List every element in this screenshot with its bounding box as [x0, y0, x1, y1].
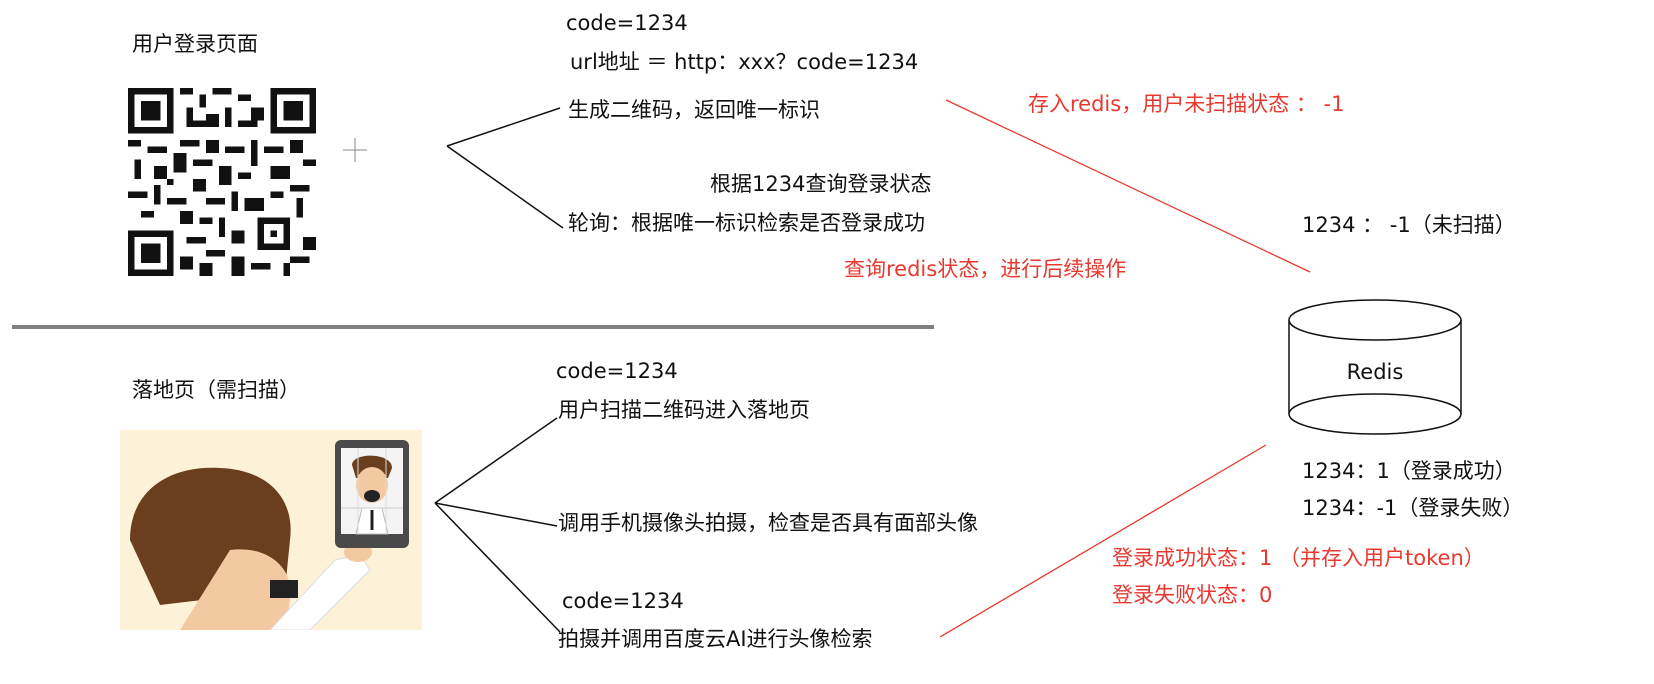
branch-to-scan [434, 417, 558, 504]
red-line-store [945, 99, 1311, 273]
bottom-code-label-1: code=1234 [556, 359, 678, 383]
cursor-icon [343, 138, 367, 162]
poll-step: 轮询：根据唯一标识检索是否登录成功 [568, 211, 925, 235]
red-line-result [939, 444, 1267, 638]
landing-page-title: 落地页（需扫描） [132, 378, 300, 402]
top-code-label: code=1234 [566, 11, 688, 35]
branch-to-poll [446, 145, 564, 229]
branch-to-generate [446, 107, 561, 147]
login-success-note: 登录成功状态：1 （并存入用户token） [1112, 546, 1485, 570]
url-label: url地址 ＝ http：xxx？code=1234 [570, 50, 919, 74]
camera-step: 调用手机摄像头拍摄，检查是否具有面部头像 [558, 511, 978, 535]
redis-label: Redis [1346, 360, 1404, 384]
qr-page-title: 用户登录页面 [132, 32, 258, 56]
shoot-step: 拍摄并调用百度云AI进行头像检索 [558, 627, 873, 651]
redis-state-fail: 1234：-1（登录失败） [1302, 496, 1524, 520]
selfie-illustration [120, 430, 422, 630]
redis-store-note: 存入redis，用户未扫描状态 ： -1 [1028, 92, 1345, 116]
qr-code-image [128, 88, 316, 276]
redis-query-note: 查询redis状态，进行后续操作 [844, 257, 1127, 281]
scan-step: 用户扫描二维码进入落地页 [558, 398, 810, 422]
redis-state-unscanned: 1234 ： -1（未扫描） [1302, 213, 1516, 237]
redis-state-success: 1234：1（登录成功） [1302, 459, 1516, 483]
query-by-code-label: 根据1234查询登录状态 [710, 172, 932, 196]
login-fail-note: 登录失败状态：0 [1112, 583, 1273, 607]
bottom-code-label-2: code=1234 [562, 589, 684, 613]
generate-qr-step: 生成二维码，返回唯一标识 [568, 98, 820, 122]
